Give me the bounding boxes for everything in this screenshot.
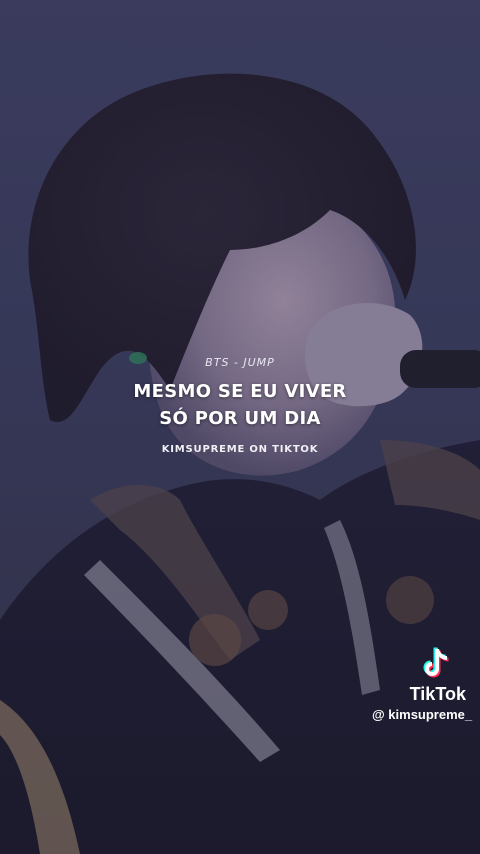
lyric-line-2: SÓ POR UM DIA bbox=[159, 408, 321, 429]
lyric-caption: MESMO SE EU VIVER SÓ POR UM DIA bbox=[0, 378, 480, 432]
lyric-line-1: MESMO SE EU VIVER bbox=[133, 381, 347, 402]
creator-handle: @ kimsupreme_ bbox=[372, 707, 473, 722]
video-frame[interactable]: BTS - JUMP MESMO SE EU VIVER SÓ POR UM D… bbox=[0, 0, 480, 854]
credit-text: KIMSUPREME ON TIKTOK bbox=[161, 444, 319, 455]
tiktok-brand-label: TikTok bbox=[409, 684, 466, 704]
song-label: BTS - JUMP bbox=[205, 356, 275, 369]
tiktok-logo-icon bbox=[423, 647, 449, 678]
tiktok-watermark: TikTok @ kimsupreme_ bbox=[372, 646, 472, 722]
